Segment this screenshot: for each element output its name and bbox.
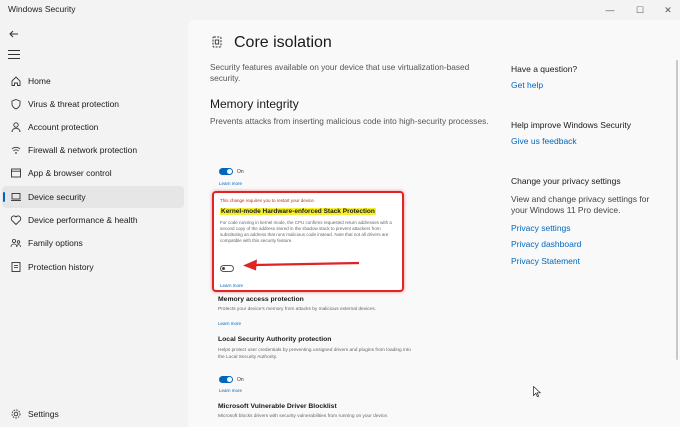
sidebar-item-app-browser[interactable]: App & browser control [2,162,184,184]
sidebar-item-family-options[interactable]: Family options [2,232,184,254]
history-icon [11,262,21,272]
memory-access-protection-description: Protects your device's memory from attac… [218,307,376,312]
lsa-learn-more-link[interactable]: Learn more [219,388,242,393]
memory-integrity-heading: Memory integrity [210,97,299,111]
improve-heading: Help improve Windows Security [511,120,631,130]
restart-required-note: This change requires you to restart your… [220,198,316,203]
sidebar-item-settings[interactable]: Settings [2,403,184,425]
sidebar-item-label: Protection history [28,262,94,272]
sidebar-item-label: Device performance & health [28,215,138,225]
sidebar-item-label: App & browser control [28,168,112,178]
sidebar-item-virus-protection[interactable]: Virus & threat protection [2,93,184,115]
title-bar: Windows Security — ☐ ✕ [0,0,680,20]
close-button[interactable]: ✕ [658,3,678,17]
sidebar: Home Virus & threat protection Account p… [0,20,188,427]
memory-integrity-description: Prevents attacks from inserting maliciou… [210,116,489,126]
shield-icon [11,99,21,110]
question-heading: Have a question? [511,64,578,74]
lsa-toggle-label: On [237,377,244,383]
sidebar-item-account-protection[interactable]: Account protection [2,116,184,138]
privacy-description: View and change privacy settings for you… [511,194,650,215]
driver-blocklist-title: Microsoft Vulnerable Driver Blocklist [218,403,337,410]
home-icon [11,76,21,86]
back-button[interactable] [8,28,22,42]
sidebar-item-device-performance[interactable]: Device performance & health [2,209,184,231]
sidebar-item-label: Account protection [28,122,99,132]
sidebar-item-firewall[interactable]: Firewall & network protection [2,139,184,161]
sidebar-item-home[interactable]: Home [2,70,184,92]
memory-integrity-toggle-label: On [237,169,244,175]
family-icon [10,239,21,248]
lsa-protection-description: Helps protect user credentials by preven… [218,348,411,360]
maximize-button[interactable]: ☐ [630,3,650,17]
kernel-stack-protection-title: Kernel-mode Hardware-enforced Stack Prot… [220,208,376,215]
gear-icon [11,409,21,419]
sidebar-item-label: Home [28,76,51,86]
page-title: Core isolation [234,34,332,51]
core-isolation-chip-icon [212,36,222,48]
memory-integrity-learn-more-link[interactable]: Learn more [219,181,242,186]
privacy-dashboard-link[interactable]: Privacy dashboard [511,239,581,249]
browser-window-icon [11,168,21,178]
sidebar-item-protection-history[interactable]: Protection history [2,256,184,278]
privacy-heading: Change your privacy settings [511,176,621,186]
wifi-signal-icon [11,146,21,154]
hamburger-menu-button[interactable] [8,50,20,60]
memory-integrity-toggle[interactable] [219,168,233,175]
kernel-stack-protection-card: This change requires you to restart your… [212,191,404,292]
sidebar-item-label: Settings [28,409,59,419]
page-description: Security features available on your devi… [210,62,470,83]
sidebar-item-device-security[interactable]: Device security [2,186,184,208]
kernel-stack-protection-toggle[interactable] [220,265,234,272]
vertical-scrollbar[interactable] [676,60,678,360]
lsa-protection-toggle[interactable] [219,376,233,383]
privacy-statement-link[interactable]: Privacy Statement [511,256,580,266]
get-help-link[interactable]: Get help [511,80,543,90]
main-content: Core isolation Security features availab… [188,20,680,427]
window-title: Windows Security [8,4,76,14]
mouse-pointer-icon [533,386,541,398]
person-icon [11,122,21,133]
memory-access-learn-more-link[interactable]: Learn more [218,321,241,326]
privacy-settings-link[interactable]: Privacy settings [511,223,571,233]
give-feedback-link[interactable]: Give us feedback [511,136,577,146]
driver-blocklist-description: Microsoft blocks drivers with security v… [218,414,389,419]
laptop-icon [11,193,21,201]
lsa-protection-title: Local Security Authority protection [218,336,332,343]
minimize-button[interactable]: — [600,3,620,17]
sidebar-item-label: Virus & threat protection [28,99,120,109]
heart-pulse-icon [10,215,22,226]
kernel-stack-protection-description: For code running in kernel mode, the CPU… [220,220,392,243]
memory-access-protection-title: Memory access protection [218,296,304,303]
back-arrow-icon [9,30,18,38]
sidebar-item-label: Device security [28,192,86,202]
kernel-learn-more-link[interactable]: Learn more [220,283,243,288]
red-annotation-arrow [243,259,360,271]
sidebar-item-label: Firewall & network protection [28,145,138,155]
sidebar-item-label: Family options [28,238,83,248]
